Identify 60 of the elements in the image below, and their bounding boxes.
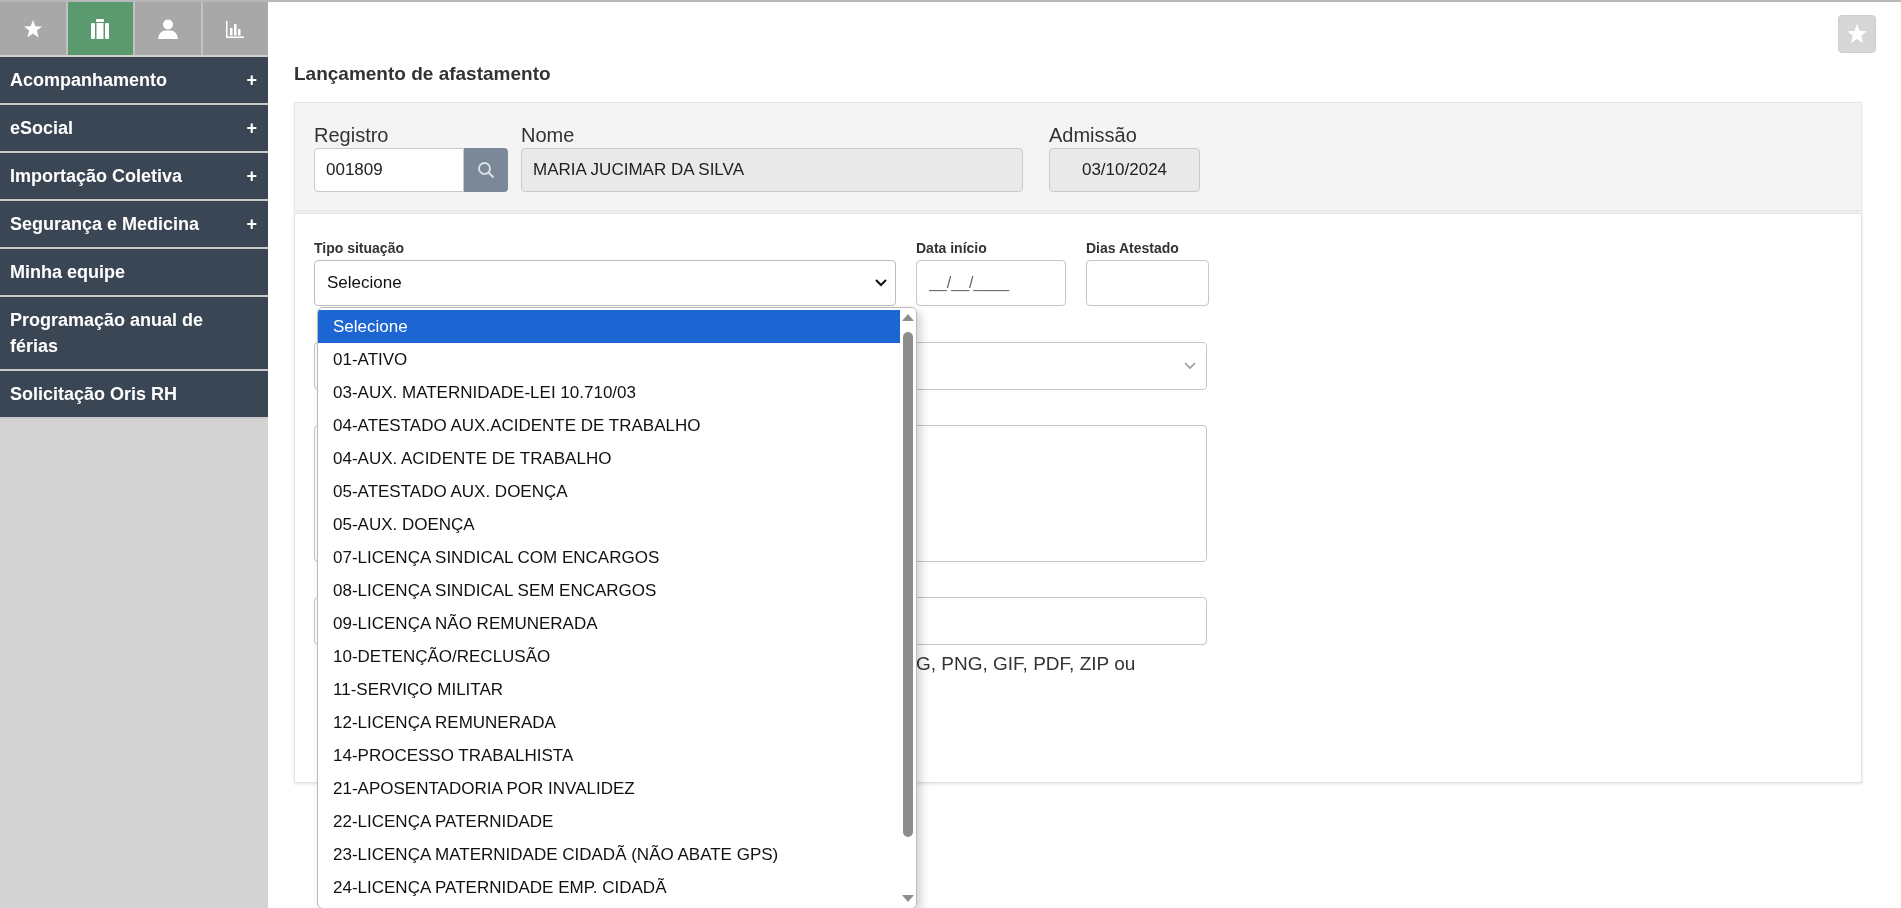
dropdown-option[interactable]: 10-DETENÇÃO/RECLUSÃO	[318, 640, 900, 673]
dropdown-option[interactable]: 21-APOSENTADORIA POR INVALIDEZ	[318, 772, 900, 805]
dropdown-option[interactable]: 08-LICENÇA SINDICAL SEM ENCARGOS	[318, 574, 900, 607]
dropdown-option[interactable]: 23-LICENÇA MATERNIDADE CIDADÃ (NÃO ABATE GPS)	[318, 838, 900, 871]
favorite-button[interactable]	[1838, 15, 1876, 53]
dropdown-option[interactable]: 24-LICENÇA PATERNIDADE EMP. CIDADÃ	[318, 871, 900, 904]
dropdown-option[interactable]: Selecione	[318, 310, 900, 343]
bar-chart-icon	[225, 18, 246, 39]
chevron-down-icon	[1184, 362, 1196, 370]
sidebar-tab[interactable]	[0, 2, 68, 55]
field-label: Nome	[521, 123, 575, 148]
page-title: Lançamento de afastamento	[294, 62, 551, 86]
dropdown-option[interactable]: 04-ATESTADO AUX.ACIDENTE DE TRABALHO	[318, 409, 900, 442]
star-icon	[1846, 23, 1868, 45]
sidebar-tab[interactable]	[202, 2, 268, 55]
field-label: Dias Atestado	[1086, 239, 1179, 257]
sidebar-menu-item[interactable]: Importação Coletiva +	[0, 153, 268, 201]
dropdown-option[interactable]: 07-LICENÇA SINDICAL COM ENCARGOS	[318, 541, 900, 574]
briefcase-icon	[89, 17, 112, 40]
scroll-up-icon[interactable]	[901, 312, 915, 322]
field-label: Registro	[314, 123, 389, 148]
sidebar-menu-item[interactable]: Programação anual de férias	[0, 297, 268, 371]
field-label: Tipo situação	[314, 239, 404, 257]
dropdown-option[interactable]: 05-AUX. DOENÇA	[318, 508, 900, 541]
person-icon	[156, 17, 179, 40]
date-field[interactable]: __/__/____	[916, 260, 1066, 306]
dropdown-option[interactable]: 04-AUX. ACIDENTE DE TRABALHO	[318, 442, 900, 475]
dropdown-option[interactable]: 11-SERVIÇO MILITAR	[318, 673, 900, 706]
field-label: Admissão	[1049, 123, 1137, 148]
admission-date-field: 03/10/2024	[1049, 148, 1200, 192]
days-field[interactable]	[1086, 260, 1209, 306]
name-field: MARIA JUCIMAR DA SILVA	[521, 148, 1023, 192]
sidebar-menu-item[interactable]: Minha equipe	[0, 249, 268, 297]
sidebar-menu-item[interactable]: Acompanhamento +	[0, 57, 268, 105]
dropdown-option[interactable]: 09-LICENÇA NÃO REMUNERADA	[318, 607, 900, 640]
sidebar-tab[interactable]	[135, 2, 203, 55]
dropdown-option[interactable]: 01-ATIVO	[318, 343, 900, 376]
sidebar-menu-item[interactable]: Segurança e Medicina +	[0, 201, 268, 249]
chevron-down-icon	[875, 279, 887, 287]
situation-select[interactable]: Selecione	[314, 260, 896, 306]
scroll-down-icon[interactable]	[901, 894, 915, 904]
sidebar-tab[interactable]	[67, 2, 135, 55]
scrollbar[interactable]	[900, 308, 916, 908]
dropdown-option[interactable]: 12-LICENÇA REMUNERADA	[318, 706, 900, 739]
file-types-hint: G, PNG, GIF, PDF, ZIP ou	[916, 652, 1136, 676]
dropdown-option[interactable]: 22-LICENÇA PATERNIDADE	[318, 805, 900, 838]
star-icon	[22, 18, 43, 39]
expand-icon[interactable]: +	[246, 211, 257, 237]
expand-icon[interactable]: +	[246, 67, 257, 93]
search-button[interactable]	[464, 148, 508, 192]
dropdown-option[interactable]: 03-AUX. MATERNIDADE-LEI 10.710/03	[318, 376, 900, 409]
sidebar-menu-item[interactable]: eSocial +	[0, 105, 268, 153]
sidebar-menu-item[interactable]: Solicitação Oris RH	[0, 371, 268, 419]
field-label: Data início	[916, 239, 987, 257]
dropdown-option[interactable]: 14-PROCESSO TRABALHISTA	[318, 739, 900, 772]
search-icon	[477, 161, 495, 179]
expand-icon[interactable]: +	[246, 163, 257, 189]
expand-icon[interactable]: +	[246, 115, 257, 141]
registro-field[interactable]: 001809	[314, 148, 464, 192]
dropdown-option[interactable]: 05-ATESTADO AUX. DOENÇA	[318, 475, 900, 508]
